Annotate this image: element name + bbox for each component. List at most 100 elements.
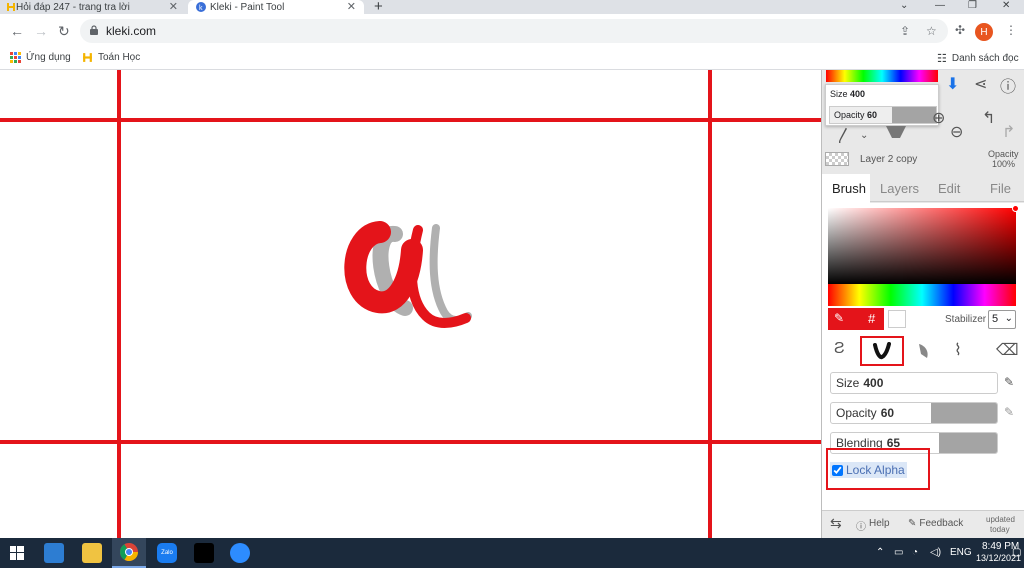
- tab-hoidap[interactable]: Hỏi đáp 247 - trang tra lời ✕: [0, 0, 186, 14]
- forward-icon[interactable]: →: [34, 23, 48, 39]
- zoom-out-icon[interactable]: ⊖: [950, 122, 963, 142]
- toanhoc-favicon-icon: [83, 53, 92, 62]
- tab-strip: Hỏi đáp 247 - trang tra lời ✕ k Kleki - …: [0, 0, 1024, 15]
- layer-name: Layer 2 copy: [860, 154, 918, 165]
- tab-brush[interactable]: Brush: [832, 181, 866, 196]
- feedback-button[interactable]: ✎ Feedback: [908, 518, 963, 529]
- layer-thumbnail: [825, 152, 849, 166]
- windows-start-icon[interactable]: [10, 546, 24, 560]
- bookmark-toan-hoc[interactable]: Toán Học: [82, 52, 140, 63]
- tab-search-icon[interactable]: ⌄: [900, 0, 908, 11]
- tab-kleki[interactable]: k Kleki - Paint Tool ✕: [188, 0, 364, 14]
- size-slider[interactable]: Size 400: [830, 372, 998, 394]
- sketchy-brush-icon[interactable]: [916, 342, 932, 360]
- layer-opacity-label: Opacity: [988, 149, 1019, 159]
- redo-icon[interactable]: ↱: [1002, 122, 1015, 142]
- bookmarks-bar: Ứng dụng Toán Học ☷ Danh sách đọc: [0, 48, 1024, 70]
- secondary-color-swatch[interactable]: [888, 310, 906, 328]
- close-tab-icon[interactable]: ✕: [347, 0, 356, 13]
- bookmark-apps[interactable]: Ứng dụng: [10, 52, 71, 63]
- zoom-icon[interactable]: [230, 543, 250, 563]
- lock-alpha-checkbox[interactable]: [832, 464, 843, 476]
- chrome-taskbar-button[interactable]: [112, 538, 146, 568]
- tab-layers[interactable]: Layers: [880, 181, 919, 196]
- chrome-icon: [120, 543, 138, 561]
- volume-icon[interactable]: ◁): [930, 547, 941, 558]
- fill-shape-icon[interactable]: [884, 124, 908, 140]
- popup-size: Size 400: [830, 89, 866, 99]
- zalo-icon[interactable]: Zalo: [157, 543, 177, 563]
- edit-opacity-icon[interactable]: ✎: [1004, 405, 1014, 419]
- opacity-slider[interactable]: Opacity 60: [830, 402, 998, 424]
- extensions-icon[interactable]: ✣: [955, 23, 965, 37]
- primary-color-swatch[interactable]: ✎ #: [828, 308, 884, 330]
- close-window-icon[interactable]: ✕: [1002, 0, 1010, 11]
- popup-opacity: Opacity 60: [834, 110, 878, 120]
- reading-list-icon: ☷: [937, 53, 947, 65]
- bookmark-label: Toán Học: [98, 52, 141, 63]
- help-circle-icon[interactable]: ⓘ: [1000, 73, 1016, 97]
- chevron-down-icon[interactable]: ⌄: [860, 130, 868, 141]
- chevron-down-icon: ⌄: [1004, 313, 1013, 324]
- panel-tabs: Brush Layers Edit File: [822, 174, 1024, 203]
- apps-grid-icon: [10, 52, 21, 63]
- bookmark-star-icon[interactable]: ☆: [926, 24, 937, 38]
- hoidap-favicon-icon: [7, 3, 15, 11]
- reload-icon[interactable]: ↻: [58, 23, 70, 40]
- reading-list[interactable]: ☷ Danh sách đọc: [937, 52, 1019, 65]
- layer-opacity-value: 100%: [992, 159, 1016, 169]
- hue-strip-top[interactable]: [826, 70, 938, 82]
- help-button[interactable]: ⓘ Help: [856, 518, 890, 533]
- address-bar: ← → ↻ kleki.com ⇪ ☆ ✣ ⋮: [0, 14, 1024, 48]
- omnibox[interactable]: kleki.com ⇪ ☆: [80, 19, 948, 43]
- lock-alpha-label: Lock Alpha: [846, 463, 905, 477]
- stabilizer-select[interactable]: 5 ⌄: [988, 310, 1016, 329]
- minimize-icon[interactable]: —: [935, 0, 945, 11]
- file-explorer-icon[interactable]: [82, 543, 102, 563]
- pen-brush-icon[interactable]: Ƨ: [834, 340, 845, 358]
- avatar[interactable]: H: [975, 23, 993, 41]
- new-tab-button[interactable]: +: [374, 0, 383, 15]
- blend-brush-icon[interactable]: [872, 342, 892, 360]
- share-icon[interactable]: ⇪: [900, 24, 910, 38]
- eyedropper-icon[interactable]: ✎: [834, 311, 844, 325]
- app-icon[interactable]: [194, 543, 214, 563]
- tray-chevron-up-icon[interactable]: ⌃: [876, 547, 884, 558]
- url-text: kleki.com: [106, 24, 157, 38]
- alpha-stroke-drawing: [344, 221, 472, 328]
- tab-edit[interactable]: Edit: [938, 181, 960, 196]
- media-player-icon[interactable]: [44, 543, 64, 563]
- feedback-icon: ✎: [908, 518, 917, 529]
- lock-alpha-toggle[interactable]: Lock Alpha: [830, 462, 907, 478]
- menu-icon[interactable]: ⋮: [1005, 23, 1017, 37]
- undo-icon[interactable]: ↰: [982, 108, 995, 128]
- grid-line-horizontal: [0, 118, 821, 122]
- back-icon[interactable]: ←: [10, 23, 24, 39]
- share-icon[interactable]: ⋖: [974, 74, 987, 94]
- notification-icon[interactable]: ▢: [1012, 547, 1021, 558]
- hex-input-button[interactable]: #: [868, 311, 875, 326]
- grid-line-horizontal: [0, 440, 821, 444]
- updated-label: updated: [986, 515, 1015, 524]
- hue-slider[interactable]: [828, 284, 1016, 306]
- language-indicator[interactable]: ENG: [950, 547, 972, 558]
- drawing-canvas[interactable]: [0, 70, 821, 538]
- edit-size-icon[interactable]: ✎: [1004, 375, 1014, 389]
- restore-icon[interactable]: ❐: [968, 0, 977, 11]
- pixel-brush-icon[interactable]: ⌇: [954, 340, 962, 360]
- eraser-icon[interactable]: ⌫: [996, 340, 1019, 360]
- download-icon[interactable]: ⬇: [946, 74, 959, 94]
- zoom-in-icon[interactable]: ⊕: [932, 108, 945, 128]
- bookmark-label: Ứng dụng: [26, 52, 71, 63]
- color-saturation-picker[interactable]: [828, 205, 1019, 284]
- swap-sides-icon[interactable]: ⇆: [830, 515, 842, 532]
- panel-footer: ⇆ ⓘ Help ✎ Feedback updated today: [822, 510, 1024, 538]
- brush-tool-icon[interactable]: 〳: [836, 122, 852, 146]
- battery-icon[interactable]: ▭: [894, 547, 903, 558]
- grid-line-vertical: [117, 70, 121, 538]
- grid-line-vertical: [708, 70, 712, 538]
- network-icon[interactable]: ◔: [912, 547, 918, 558]
- close-tab-icon[interactable]: ✕: [169, 0, 178, 13]
- taskbar: Zalo ⌃ ▭ ◔ ◁) ENG 8:49 PM 13/12/2021 ▢: [0, 538, 1024, 568]
- tab-file[interactable]: File: [990, 181, 1011, 196]
